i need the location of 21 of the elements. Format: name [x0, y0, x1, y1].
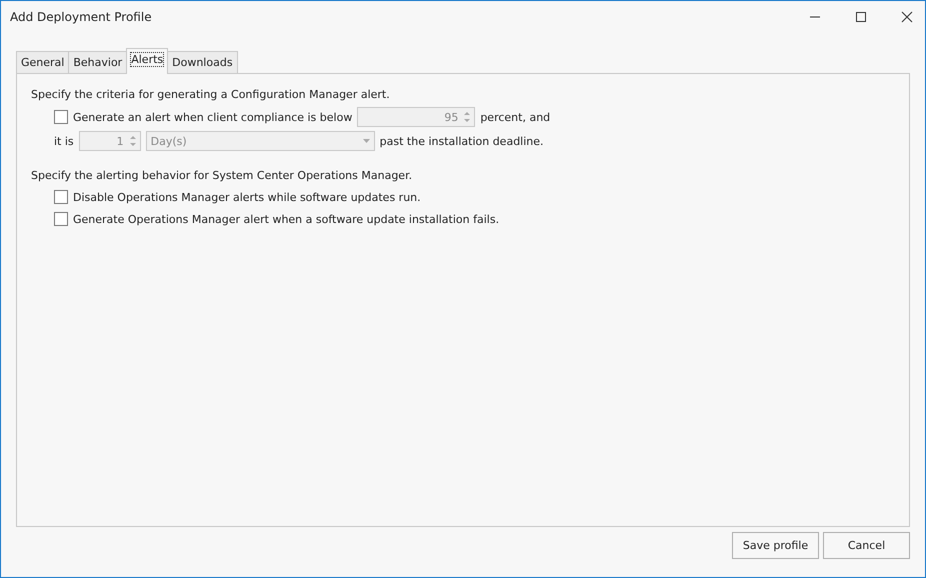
maximize-icon[interactable]	[855, 10, 867, 22]
checkbox[interactable]	[54, 110, 68, 124]
checkbox-label: Disable Operations Manager alerts while software updates run.	[73, 190, 421, 204]
section-heading: Specify the criteria for generating a Configuration Manager alert.	[31, 88, 391, 101]
tab[interactable]: Alerts	[126, 48, 168, 74]
checkbox-label: Generate Operations Manager alert when a software update installation fails.	[73, 212, 500, 226]
checkbox[interactable]	[54, 190, 68, 204]
tab[interactable]: General	[16, 51, 70, 73]
checkbox[interactable]	[54, 212, 68, 226]
checkbox-label: Generate an alert when client compliance is below	[73, 110, 352, 124]
cancel-button[interactable]: Cancel	[823, 532, 910, 559]
tab[interactable]: Downloads	[167, 51, 238, 73]
section-heading: Specify the alerting behavior for System Center Operations Manager.	[31, 169, 414, 182]
label: past the installation deadline.	[380, 134, 544, 148]
label: it is	[54, 134, 74, 148]
save-button[interactable]: Save profile	[732, 532, 819, 559]
close-icon[interactable]	[901, 10, 913, 22]
caret-icon	[362, 139, 370, 143]
tab[interactable]: Behavior	[68, 51, 128, 73]
window-title: Add Deployment Profile	[10, 10, 152, 24]
label: percent, and	[480, 110, 550, 124]
